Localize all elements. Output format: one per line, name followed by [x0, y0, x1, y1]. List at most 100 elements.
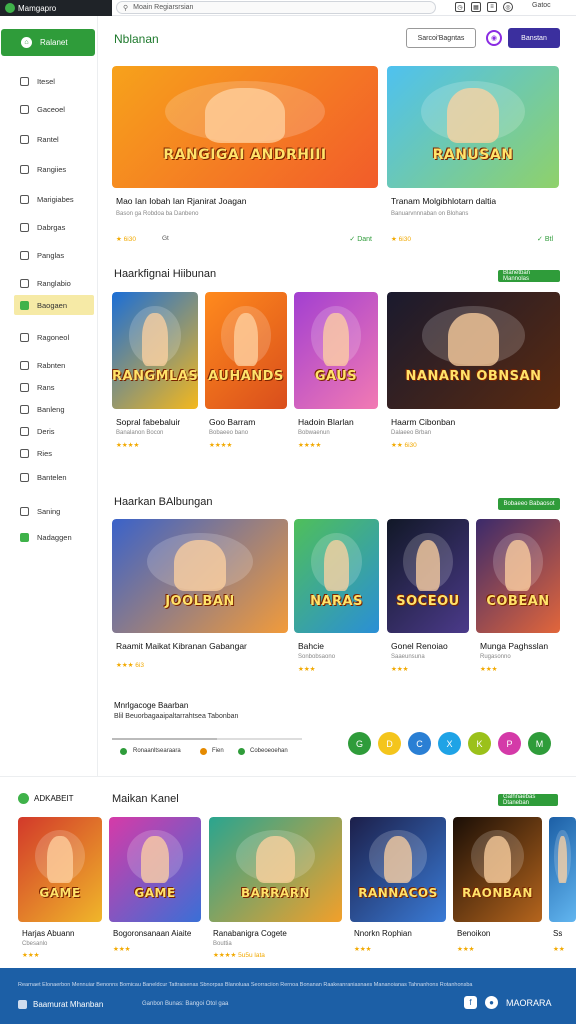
game-thumbnail[interactable]: GAME [18, 817, 102, 922]
game-thumbnail[interactable]: RAONBAN [453, 817, 542, 922]
sidebar-item-icon [20, 382, 29, 392]
card-subtitle: Bobwaenun [298, 430, 330, 436]
user-menu[interactable]: Gatoc [532, 2, 551, 9]
card-title: Hadoin Blarlan [298, 417, 354, 427]
section1-badge[interactable]: Blanetban Mannolas [498, 270, 560, 282]
sidebar-item[interactable]: Itesel [14, 71, 94, 91]
sidebar-item[interactable]: Saning [14, 501, 94, 521]
quick-action-p-icon[interactable]: P [498, 732, 521, 755]
section2-card[interactable]: SOCEOU Gonel Renoiao Saaeunsuna ★★★ [387, 519, 469, 685]
progress-bar[interactable] [112, 738, 302, 740]
card-status-label: Dant [357, 236, 372, 243]
game-thumbnail[interactable]: NANARN OBNSAN [387, 292, 560, 409]
sidebar-item-label: Dabrgas [37, 222, 66, 232]
globe-icon[interactable]: ◎ [503, 2, 513, 12]
sidebar-item[interactable]: Nadaggen [14, 527, 94, 547]
sidebar-item[interactable]: Rabnten [14, 355, 94, 375]
quick-action-g-icon[interactable]: G [348, 732, 371, 755]
sidebar-item-label: Rabnten [37, 360, 66, 370]
game-thumbnail[interactable]: RANNACOS [350, 817, 446, 922]
game-thumbnail[interactable]: BARRARN [209, 817, 342, 922]
quick-action-d-icon[interactable]: D [378, 732, 401, 755]
character-figure [505, 539, 531, 591]
bottom-title: Maikan Kanel [112, 793, 179, 805]
sidebar-item[interactable]: Dabrgas [14, 217, 94, 237]
grid-icon[interactable]: ▦ [471, 2, 481, 12]
sidebar-item[interactable]: Panglas [14, 245, 94, 265]
sidebar-item[interactable]: Rantel [14, 129, 94, 149]
bottom-card[interactable]: GAME Harjas Abuann Cbesanlo ★★★ [18, 817, 102, 967]
sidebar-item[interactable]: Baogaen [14, 295, 94, 315]
bottom-card[interactable]: RANNACOS Nnorkn Rophian ★★★ [350, 817, 446, 967]
sidebar-item[interactable]: Ries [14, 443, 94, 463]
sidebar-item[interactable]: Rans [14, 377, 94, 397]
quick-action-x-icon[interactable]: X [438, 732, 461, 755]
sidebar-item[interactable]: Ragoneol [14, 327, 94, 347]
section2-card[interactable]: NARAS Bahcie Sonbobsaono ★★★ [294, 519, 379, 685]
quick-action-m-icon[interactable]: M [528, 732, 551, 755]
footer-links[interactable]: Rearnaet Elonaerbon Mennuiar Benonns Bom… [18, 982, 472, 988]
sidebar-item-label: Gaceoel [37, 104, 65, 114]
game-thumbnail[interactable]: COBEAN [476, 519, 560, 633]
section1-card[interactable]: RANGMLAS Sopral fabebaluir Banalanon Bocon… [112, 292, 198, 461]
chat-icon[interactable]: ● [485, 996, 498, 1009]
thumbnail-title-art: RAONBAN [462, 886, 533, 900]
progress-fill [112, 738, 217, 740]
sidebar-item[interactable]: Deris [14, 421, 94, 441]
bottom-brand-name: ADKABEIT [34, 794, 74, 803]
brand[interactable]: Mamgapro [0, 0, 112, 16]
section1-card[interactable]: AUHANDS Goo Barram Bobaeeo bano ★★★★ [205, 292, 287, 461]
notification-icon[interactable]: ◉ [486, 30, 502, 46]
game-thumbnail[interactable]: JOOLBAN [112, 519, 288, 633]
sidebar-item[interactable]: Rangiies [14, 159, 94, 179]
progress-node-2 [200, 748, 207, 755]
bottom-card[interactable]: BARRARN Ranabanigra Cogete Bouttia ★★★★ 5u5… [209, 817, 342, 967]
sidebar-item[interactable]: Ranglabio [14, 273, 94, 293]
sidebar-item-icon [20, 104, 29, 114]
primary-button-label: Banstan [521, 34, 547, 42]
clock-icon[interactable]: ◷ [455, 2, 465, 12]
outline-button[interactable]: Sarcoi'Bagntas [406, 28, 476, 48]
card-rating-value: 6i30 [123, 236, 136, 243]
list-icon[interactable]: ≡ [487, 2, 497, 12]
sidebar-item-label: Ries [37, 448, 53, 458]
game-thumbnail[interactable]: RANGMLAS [112, 292, 198, 409]
featured-card[interactable]: RANUSAN Tranam Molgibhlotarn daltia Banuar… [387, 66, 559, 252]
sidebar-home-button[interactable]: ⌂ Ralanet [1, 29, 95, 56]
section1-card[interactable]: NANARN OBNSAN Haarm Cibonban Dalaeeo Brban… [387, 292, 560, 461]
bottom-badge[interactable]: Galhnaebas Dtaneban [498, 794, 558, 806]
game-thumbnail[interactable]: RANUSAN [387, 66, 559, 188]
section2-card[interactable]: JOOLBAN Raamit Maikat Kibranan Gabangar ★★… [112, 519, 288, 685]
game-thumbnail[interactable]: GAME [109, 817, 201, 922]
game-thumbnail[interactable]: GAUS [294, 292, 378, 409]
footer-brand[interactable]: Baamurat Mhanban [18, 1000, 103, 1009]
search-input[interactable]: ⚲ Moain Regiarsrsian [116, 1, 436, 14]
featured-card[interactable]: RANGIGAI ANDRHIII Mao Ian Iobah Ian Rjani… [112, 66, 378, 252]
facebook-icon[interactable]: f [464, 996, 477, 1009]
footer-logo-icon [18, 1000, 27, 1009]
sidebar-item[interactable]: Banleng [14, 399, 94, 419]
sidebar-item[interactable]: Gaceoel [14, 99, 94, 119]
primary-button[interactable]: Banstan [508, 28, 560, 48]
bottom-brand[interactable]: ADKABEIT [18, 793, 74, 804]
game-thumbnail[interactable] [549, 817, 576, 922]
bottom-card[interactable]: Ss ★★ [549, 817, 576, 967]
section1-card[interactable]: GAUS Hadoin Blarlan Bobwaenun ★★★★ [294, 292, 378, 461]
card-rating: ★★★ [354, 946, 372, 953]
footer-social: f ● MAORARA [464, 996, 552, 1009]
bottom-card[interactable]: RAONBAN Benoikon ★★★ [453, 817, 542, 967]
section2-card[interactable]: COBEAN Munga Paghsslan Rugasonno ★★★ [476, 519, 560, 685]
quick-action-k-icon[interactable]: K [468, 732, 491, 755]
card-rating: ★★★ [457, 946, 475, 953]
game-thumbnail[interactable]: RANGIGAI ANDRHIII [112, 66, 378, 188]
sidebar-item[interactable]: Bantelen [14, 467, 94, 487]
quick-action-c-icon[interactable]: C [408, 732, 431, 755]
sidebar-item-icon [20, 278, 29, 288]
game-thumbnail[interactable]: SOCEOU [387, 519, 469, 633]
bottom-card[interactable]: GAME Bogoronsanaan Aiaite ★★★ [109, 817, 201, 967]
sidebar-home-label: Ralanet [40, 38, 68, 47]
sidebar-item[interactable]: Marigiabes [14, 189, 94, 209]
game-thumbnail[interactable]: AUHANDS [205, 292, 287, 409]
game-thumbnail[interactable]: NARAS [294, 519, 379, 633]
section2-badge[interactable]: Bobaeeo Babaosot [498, 498, 560, 510]
